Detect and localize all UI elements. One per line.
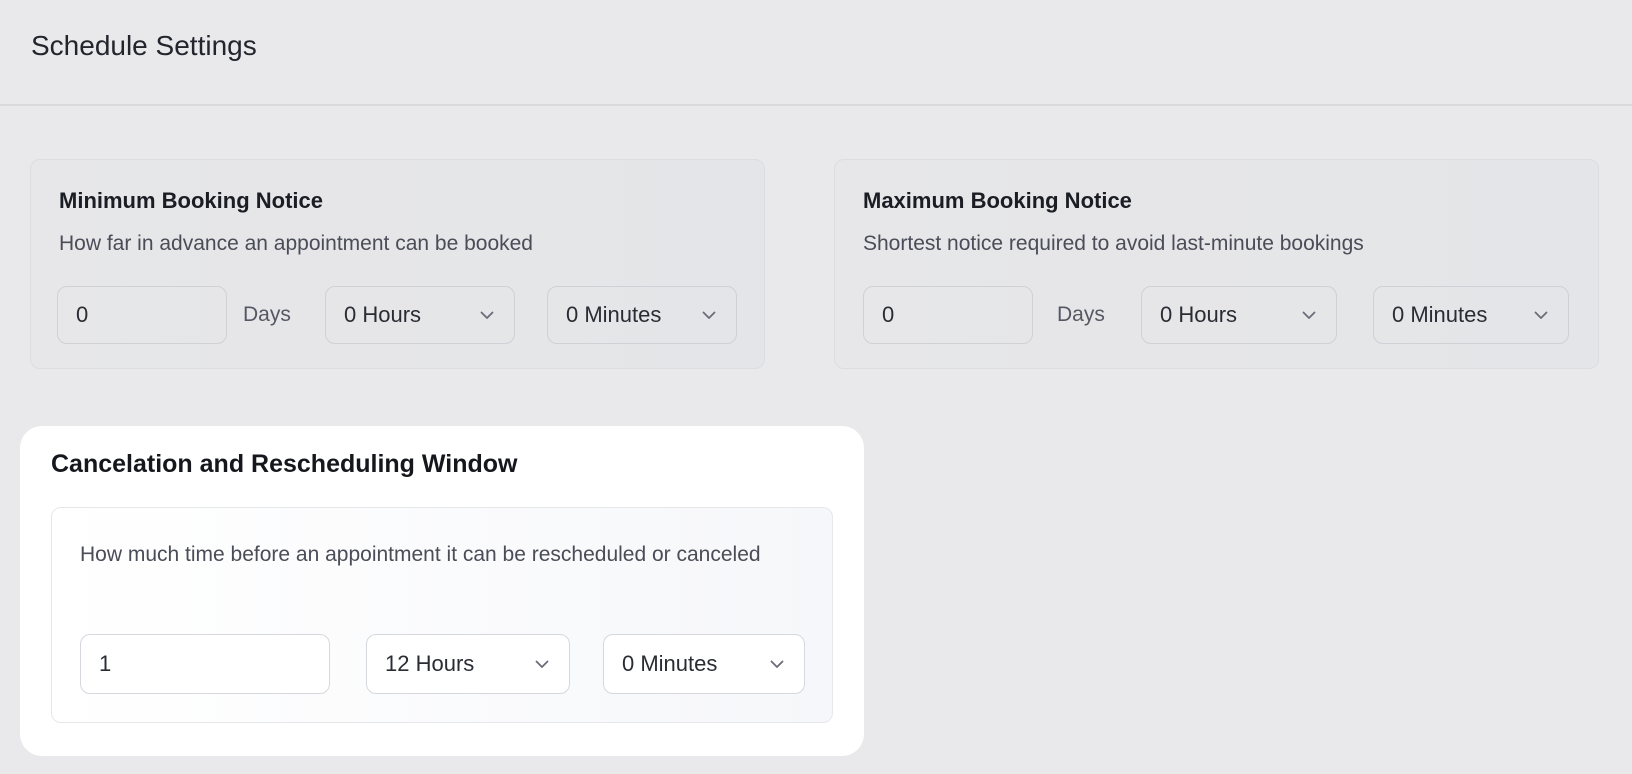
maximum-minutes-value: 0 Minutes <box>1392 302 1488 327</box>
maximum-days-label: Days <box>1057 303 1105 326</box>
cancelation-hours-value: 12 Hours <box>385 651 475 676</box>
chevron-down-icon <box>1534 308 1548 322</box>
minimum-minutes-select[interactable]: 0 Minutes <box>547 286 737 344</box>
chevron-down-icon <box>702 308 716 322</box>
maximum-booking-notice-title: Maximum Booking Notice <box>863 188 1132 213</box>
maximum-hours-select[interactable]: 0 Hours <box>1141 286 1337 344</box>
page-header: Schedule Settings <box>0 0 1632 106</box>
maximum-days-input[interactable] <box>863 286 1033 344</box>
minimum-hours-select[interactable]: 0 Hours <box>325 286 515 344</box>
maximum-hours-value: 0 Hours <box>1160 302 1238 327</box>
cancelation-window-panel: Cancelation and Rescheduling Window How … <box>20 426 864 756</box>
chevron-down-icon <box>770 657 784 671</box>
cancelation-days-input[interactable] <box>80 634 330 694</box>
cancelation-minutes-select[interactable]: 0 Minutes <box>603 634 805 694</box>
cancelation-window-card: How much time before an appointment it c… <box>51 507 833 723</box>
minimum-days-label: Days <box>243 303 291 326</box>
minimum-minutes-value: 0 Minutes <box>566 302 662 327</box>
chevron-down-icon <box>1302 308 1316 322</box>
minimum-booking-notice-description: How far in advance an appointment can be… <box>59 232 533 255</box>
cancelation-hours-select[interactable]: 12 Hours <box>366 634 570 694</box>
cancelation-window-description: How much time before an appointment it c… <box>80 543 761 566</box>
maximum-booking-notice-card: Maximum Booking Notice Shortest notice r… <box>834 159 1599 369</box>
chevron-down-icon <box>480 308 494 322</box>
maximum-minutes-select[interactable]: 0 Minutes <box>1373 286 1569 344</box>
minimum-booking-notice-card: Minimum Booking Notice How far in advanc… <box>30 159 765 369</box>
page-title: Schedule Settings <box>31 30 257 61</box>
chevron-down-icon <box>535 657 549 671</box>
minimum-hours-value: 0 Hours <box>344 302 422 327</box>
minimum-days-input[interactable] <box>57 286 227 344</box>
cancelation-minutes-value: 0 Minutes <box>622 651 718 676</box>
minimum-booking-notice-title: Minimum Booking Notice <box>59 188 323 213</box>
maximum-booking-notice-description: Shortest notice required to avoid last-m… <box>863 232 1364 255</box>
cancelation-window-title: Cancelation and Rescheduling Window <box>51 450 518 478</box>
